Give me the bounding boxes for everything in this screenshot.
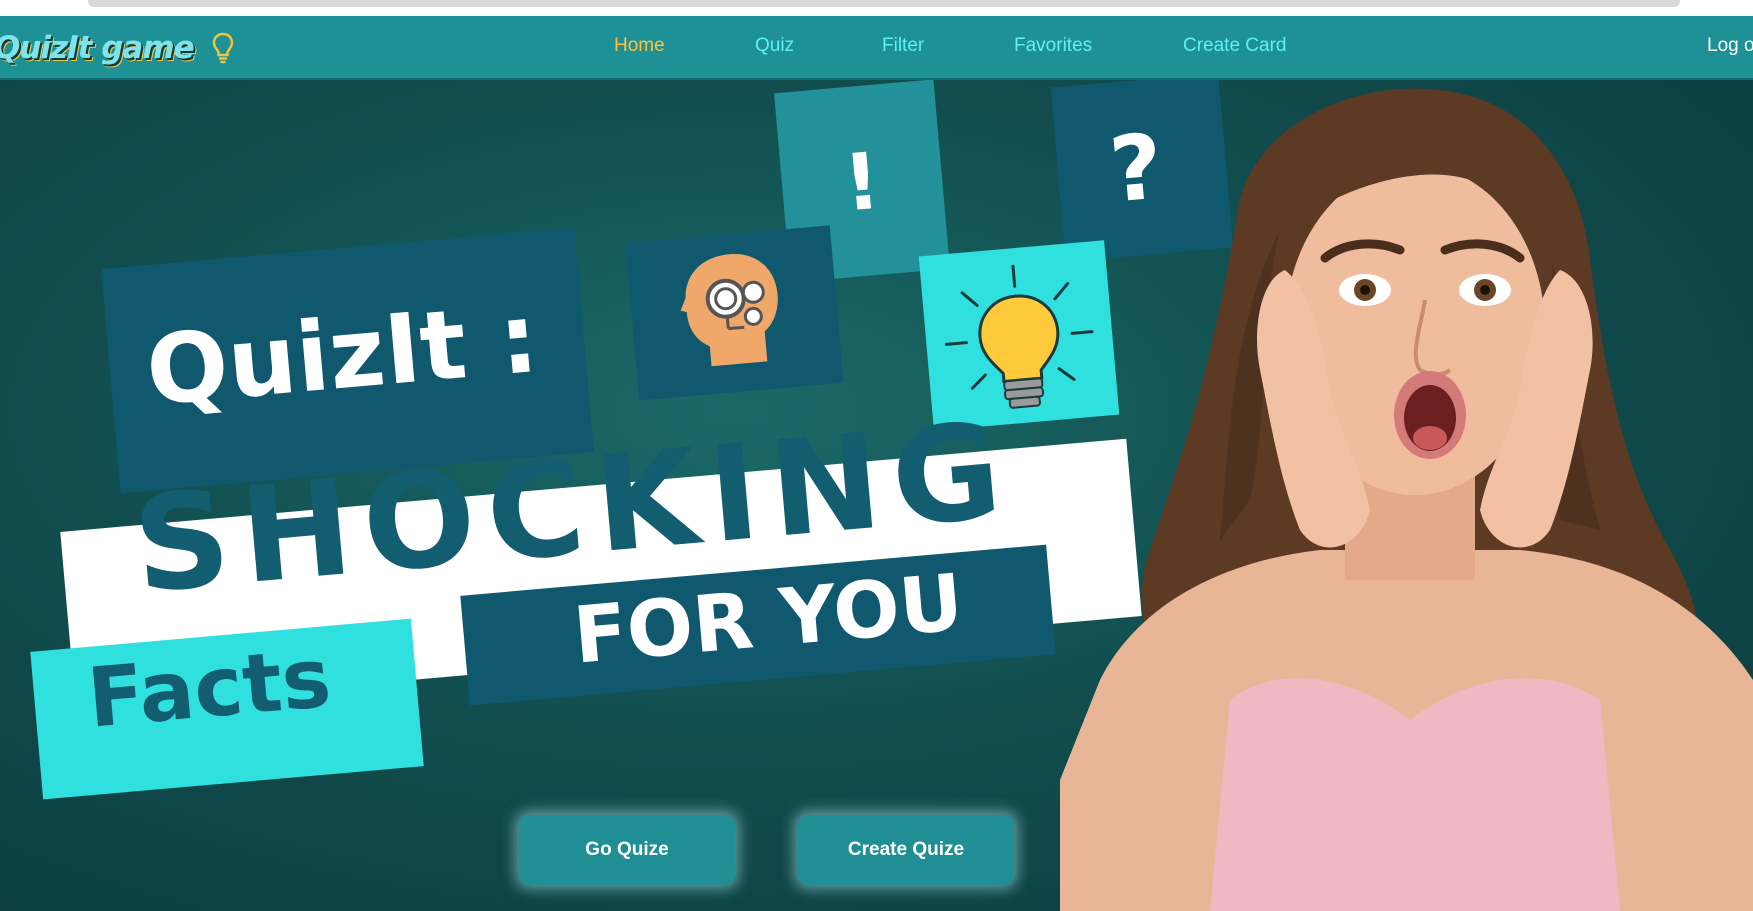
brand[interactable]: QuizIt game	[0, 28, 236, 68]
logout-link[interactable]: Log out	[1707, 35, 1753, 57]
surprised-woman-image	[1060, 88, 1753, 911]
brand-logo-text: QuizIt game	[0, 30, 195, 66]
nav-link-quiz[interactable]: Quiz	[755, 35, 794, 57]
create-quiz-button[interactable]: Create Quize	[798, 815, 1014, 885]
nav-link-home[interactable]: Home	[614, 35, 665, 57]
nav-link-create-card[interactable]: Create Card	[1183, 35, 1287, 57]
go-quiz-button[interactable]: Go Quize	[519, 815, 735, 885]
hero-banner: ! ? QuizIt: SHOCKING Facts FOR YOU Go Q…	[0, 80, 1753, 911]
head-gears-icon	[680, 254, 778, 367]
nav-link-filter[interactable]: Filter	[882, 35, 924, 57]
lightbulb-icon	[212, 32, 233, 64]
browser-scrollbar-strip	[0, 0, 1753, 16]
nav-link-favorites[interactable]: Favorites	[1014, 35, 1092, 57]
horizontal-scrollbar[interactable]	[88, 0, 1680, 7]
head-gears-tile	[625, 225, 844, 401]
exclamation-mark: !	[840, 136, 884, 230]
navbar: QuizIt game Home Quiz Filter Favorites C…	[0, 16, 1753, 80]
